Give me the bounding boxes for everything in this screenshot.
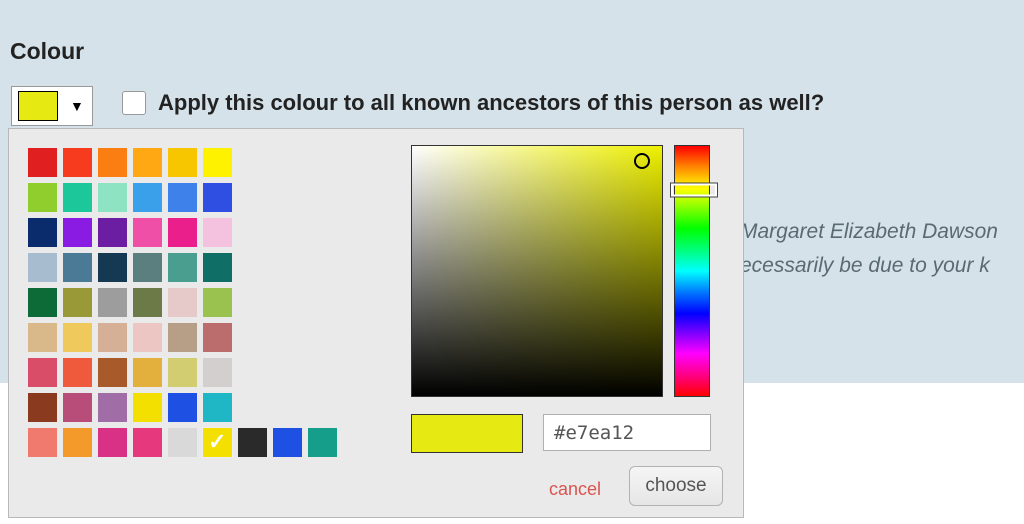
preset-swatch[interactable]	[98, 183, 127, 212]
color-picker-popover: cancel choose	[8, 128, 744, 518]
preset-swatch[interactable]	[28, 218, 57, 247]
preset-swatch[interactable]	[28, 393, 57, 422]
current-color-swatch	[18, 91, 58, 121]
preset-swatch[interactable]	[98, 393, 127, 422]
preset-color-grid	[28, 148, 378, 463]
hue-handle[interactable]	[671, 183, 717, 196]
preset-swatch[interactable]	[28, 323, 57, 352]
chevron-down-icon: ▼	[70, 98, 84, 114]
preset-swatch[interactable]	[203, 148, 232, 177]
hint-text: Margaret Elizabeth Dawson ecessarily be …	[740, 215, 998, 282]
sv-handle[interactable]	[634, 153, 650, 169]
preset-swatch[interactable]	[273, 428, 302, 457]
choose-button[interactable]: choose	[629, 466, 723, 506]
preset-swatch[interactable]	[63, 183, 92, 212]
preset-swatch[interactable]	[63, 288, 92, 317]
preset-swatch[interactable]	[203, 428, 232, 457]
preset-swatch[interactable]	[133, 288, 162, 317]
preset-swatch[interactable]	[168, 148, 197, 177]
preset-swatch[interactable]	[133, 253, 162, 282]
preset-swatch[interactable]	[28, 183, 57, 212]
preset-swatch[interactable]	[98, 288, 127, 317]
preset-swatch[interactable]	[308, 428, 337, 457]
preset-swatch[interactable]	[203, 288, 232, 317]
preset-swatch[interactable]	[63, 428, 92, 457]
preset-swatch[interactable]	[63, 148, 92, 177]
preset-swatch[interactable]	[238, 428, 267, 457]
preset-swatch[interactable]	[98, 358, 127, 387]
preset-swatch[interactable]	[133, 358, 162, 387]
preset-swatch[interactable]	[168, 253, 197, 282]
preset-swatch[interactable]	[168, 218, 197, 247]
preset-swatch[interactable]	[168, 323, 197, 352]
preset-swatch[interactable]	[63, 253, 92, 282]
preset-swatch[interactable]	[203, 393, 232, 422]
preset-swatch[interactable]	[168, 358, 197, 387]
hex-input[interactable]	[543, 414, 711, 451]
preset-swatch[interactable]	[203, 218, 232, 247]
preset-swatch[interactable]	[98, 428, 127, 457]
preset-swatch[interactable]	[133, 218, 162, 247]
preset-swatch[interactable]	[168, 288, 197, 317]
apply-ancestors-option: Apply this colour to all known ancestors…	[122, 90, 824, 116]
preset-swatch[interactable]	[63, 358, 92, 387]
preset-swatch[interactable]	[98, 323, 127, 352]
section-title: Colour	[10, 38, 84, 65]
apply-ancestors-checkbox[interactable]	[122, 91, 146, 115]
preset-swatch[interactable]	[168, 428, 197, 457]
preset-swatch[interactable]	[28, 288, 57, 317]
color-dropdown-button[interactable]: ▼	[11, 86, 93, 126]
preset-swatch[interactable]	[28, 358, 57, 387]
hint-line-1: Margaret Elizabeth Dawson	[740, 220, 998, 243]
saturation-value-area[interactable]	[411, 145, 663, 397]
preset-swatch[interactable]	[133, 148, 162, 177]
preset-swatch[interactable]	[98, 253, 127, 282]
preset-swatch[interactable]	[203, 358, 232, 387]
preset-swatch[interactable]	[168, 393, 197, 422]
preset-swatch[interactable]	[133, 323, 162, 352]
apply-ancestors-label: Apply this colour to all known ancestors…	[158, 90, 824, 116]
preset-swatch[interactable]	[63, 218, 92, 247]
preset-swatch[interactable]	[133, 428, 162, 457]
preset-swatch[interactable]	[28, 148, 57, 177]
preset-swatch[interactable]	[63, 393, 92, 422]
preset-swatch[interactable]	[133, 183, 162, 212]
preview-swatch	[411, 414, 523, 453]
preset-swatch[interactable]	[98, 218, 127, 247]
preset-swatch[interactable]	[28, 253, 57, 282]
preset-swatch[interactable]	[98, 148, 127, 177]
preset-swatch[interactable]	[63, 323, 92, 352]
preset-swatch[interactable]	[203, 253, 232, 282]
preset-swatch[interactable]	[28, 428, 57, 457]
sv-black-overlay	[412, 146, 662, 396]
cancel-button[interactable]: cancel	[549, 479, 601, 500]
preset-swatch[interactable]	[168, 183, 197, 212]
preset-swatch[interactable]	[203, 323, 232, 352]
preset-swatch[interactable]	[203, 183, 232, 212]
hue-slider[interactable]	[674, 145, 710, 397]
hint-line-2: ecessarily be due to your k	[740, 254, 990, 277]
preset-swatch[interactable]	[133, 393, 162, 422]
